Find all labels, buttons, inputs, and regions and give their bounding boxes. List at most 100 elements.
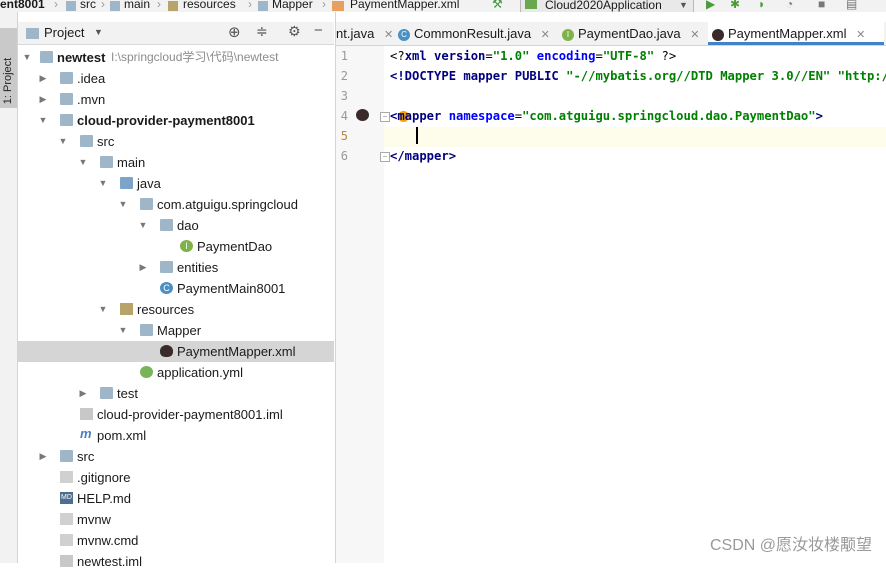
tree-item-label: main <box>117 155 146 170</box>
spring-app-icon <box>525 0 537 9</box>
code-line-2[interactable]: <!DOCTYPE mapper PUBLIC "-//mybatis.org/… <box>390 69 886 83</box>
class-icon: C <box>160 282 173 294</box>
tree-item-mapper-xml[interactable]: PaymentMapper.xml <box>18 341 334 362</box>
tree-item-gitignore[interactable]: .gitignore <box>18 467 334 488</box>
structure-icon[interactable]: ▤ <box>846 0 857 10</box>
tree-item-src[interactable]: ▼ src <box>18 131 334 152</box>
chevron-right-icon[interactable]: ▶ <box>38 68 48 89</box>
chevron-down-icon[interactable]: ▼ <box>118 320 128 341</box>
chevron-down-icon[interactable]: ▼ <box>78 152 88 173</box>
folder-icon <box>100 387 113 399</box>
tree-item-mvnw[interactable]: mvnw <box>18 509 334 530</box>
tree-item-application-yml[interactable]: application.yml <box>18 362 334 383</box>
chevron-down-icon[interactable]: ▼ <box>38 110 48 131</box>
code-token: = <box>485 49 493 63</box>
run-icon[interactable]: ▶ <box>706 0 715 10</box>
breadcrumb-separator: › <box>157 0 161 11</box>
locate-file-icon[interactable]: ⊕ <box>228 23 241 41</box>
chevron-down-icon[interactable]: ▼ <box>138 215 148 236</box>
chevron-right-icon[interactable]: ▶ <box>138 257 148 278</box>
mybatis-gutter-icon[interactable] <box>356 109 369 121</box>
tree-item-label: src <box>97 134 115 149</box>
tree-item-main[interactable]: ▼ main <box>18 152 334 173</box>
code-token: "com.atguigu.springcloud.dao.PaymentDao" <box>522 109 816 123</box>
tree-item-entities[interactable]: ▶ entities <box>18 257 334 278</box>
breadcrumb-project[interactable]: ent8001 <box>0 0 45 10</box>
tree-item-dao[interactable]: ▼ dao <box>18 215 334 236</box>
tab-common-result[interactable]: C CommonResult.java ✕ <box>398 22 558 45</box>
tree-item-pom[interactable]: m pom.xml <box>18 425 334 446</box>
code-line-1[interactable]: <?xml version="1.0" encoding="UTF-8" ?> <box>390 49 676 63</box>
folder-icon <box>100 156 113 168</box>
code-line-4[interactable]: <mapper namespace="com.atguigu.springclo… <box>390 109 823 123</box>
tree-item-root[interactable]: ▼ newtest I:\springcloud学习\代码\newtest <box>18 47 334 68</box>
tab-payment-dao[interactable]: I PaymentDao.java ✕ <box>562 22 706 45</box>
fold-icon[interactable]: − <box>380 112 390 122</box>
stop-icon[interactable]: ■ <box>818 0 825 10</box>
code-token: "-//mybatis.org//DTD Mapper 3.0//EN" <box>566 69 831 83</box>
tab-payment-mapper-xml[interactable]: PaymentMapper.xml ✕ <box>708 22 884 45</box>
fold-icon[interactable]: − <box>380 152 390 162</box>
tab-label: CommonResult.java <box>414 26 532 41</box>
tree-item-label: newtest <box>57 50 106 65</box>
xml-file-icon <box>332 1 344 11</box>
tree-item-test[interactable]: ▶ test <box>18 383 334 404</box>
chevron-right-icon[interactable]: ▶ <box>38 89 48 110</box>
code-line-6[interactable]: </mapper> <box>390 149 456 163</box>
chevron-right-icon[interactable]: ▶ <box>78 383 88 404</box>
tree-item-payment-dao[interactable]: I PaymentDao <box>18 236 334 257</box>
breadcrumb-main[interactable]: main <box>124 0 150 10</box>
run-configuration-select[interactable]: Cloud2020Application ▼ <box>520 0 694 12</box>
folder-icon <box>110 1 120 11</box>
breadcrumb-resources[interactable]: resources <box>183 0 236 10</box>
chevron-down-icon[interactable]: ▼ <box>98 173 108 194</box>
tree-item-root-src[interactable]: ▶ src <box>18 446 334 467</box>
tree-item-java[interactable]: ▼ java <box>18 173 334 194</box>
tree-item-label: java <box>137 176 161 191</box>
tree-item-mvnw-cmd[interactable]: mvnw.cmd <box>18 530 334 551</box>
profile-icon[interactable]: ◔ <box>786 0 793 10</box>
chevron-down-icon[interactable]: ▼ <box>58 131 68 152</box>
tree-item-payment-main[interactable]: C PaymentMain8001 <box>18 278 334 299</box>
close-icon[interactable]: ✕ <box>384 29 393 41</box>
close-icon[interactable]: ✕ <box>541 29 550 41</box>
breadcrumb-file[interactable]: PaymentMapper.xml <box>350 0 459 10</box>
tab-payment-main[interactable]: nt.java ✕ <box>336 22 394 45</box>
close-icon[interactable]: ✕ <box>690 29 699 41</box>
gear-icon[interactable]: ⚙ <box>288 23 301 40</box>
line-number: 1 <box>340 49 348 63</box>
tree-item-resources[interactable]: ▼ resources <box>18 299 334 320</box>
editor: nt.java ✕ C CommonResult.java ✕ I PaymentD… <box>335 12 886 563</box>
chevron-right-icon[interactable]: ▶ <box>38 446 48 467</box>
coverage-icon[interactable]: ◗ <box>758 0 765 10</box>
panel-title[interactable]: Project <box>44 25 84 40</box>
debug-icon[interactable]: ✱ <box>730 0 740 10</box>
tree-item-package[interactable]: ▼ com.atguigu.springcloud <box>18 194 334 215</box>
code-token: <!DOCTYPE mapper PUBLIC <box>390 69 567 83</box>
chevron-down-icon[interactable]: ▼ <box>118 194 128 215</box>
breadcrumb-src[interactable]: src <box>80 0 96 10</box>
folder-icon <box>80 135 93 147</box>
project-tool-tab[interactable]: 1: Project <box>0 28 17 108</box>
hide-icon[interactable]: − <box>314 22 323 39</box>
close-icon[interactable]: ✕ <box>856 29 865 41</box>
chevron-down-icon[interactable]: ▼ <box>22 47 32 68</box>
tree-item-label: mvnw <box>77 512 111 527</box>
breadcrumb-mapper[interactable]: Mapper <box>272 0 313 10</box>
tree-item-module-iml[interactable]: cloud-provider-payment8001.iml <box>18 404 334 425</box>
tree-item-help[interactable]: MD HELP.md <box>18 488 334 509</box>
breadcrumb-separator: › <box>54 0 58 11</box>
code-token: "UTF-8" <box>602 49 655 63</box>
tree-item-mapper[interactable]: ▼ Mapper <box>18 320 334 341</box>
tree-item-mvn[interactable]: ▶ .mvn <box>18 89 334 110</box>
tree-item-idea[interactable]: ▶ .idea <box>18 68 334 89</box>
resources-folder-icon <box>120 303 133 315</box>
tree-item-newtest-iml[interactable]: newtest.iml <box>18 551 334 572</box>
collapse-all-icon[interactable]: ≑ <box>256 23 268 40</box>
chevron-down-icon[interactable]: ▼ <box>94 27 103 37</box>
tree-item-label: PaymentMapper.xml <box>177 344 296 359</box>
build-hammer-icon[interactable]: ⚒ <box>492 0 503 10</box>
tree-item-label: entities <box>177 260 219 275</box>
tree-item-module[interactable]: ▼ cloud-provider-payment8001 <box>18 110 334 131</box>
chevron-down-icon[interactable]: ▼ <box>98 299 108 320</box>
